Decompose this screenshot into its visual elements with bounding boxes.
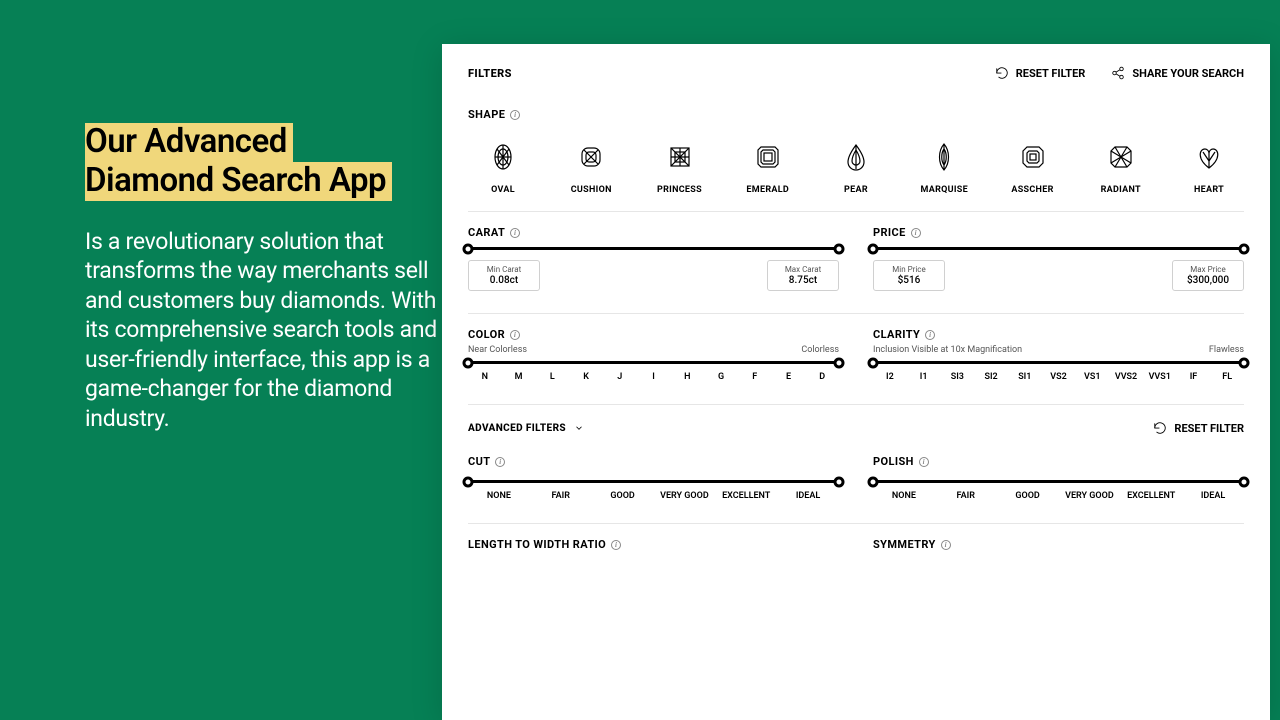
asscher-icon xyxy=(1017,141,1049,173)
share-search-label: SHARE YOUR SEARCH xyxy=(1132,67,1244,80)
pear-icon xyxy=(840,141,872,173)
color-slider-max-handle[interactable] xyxy=(834,357,845,368)
carat-section: CARAT i Min Carat0.08ct Max Carat8.75ct xyxy=(468,226,839,291)
shape-asscher[interactable]: ASSCHER xyxy=(998,141,1068,195)
princess-icon xyxy=(664,141,696,173)
shape-marquise[interactable]: MARQUISE xyxy=(909,141,979,195)
cut-heading: CUT xyxy=(468,455,490,468)
shape-heading: SHAPE i xyxy=(468,108,1244,121)
price-section: PRICE i Min Price$516 Max Price$300,000 xyxy=(873,226,1244,291)
info-icon[interactable]: i xyxy=(495,457,505,467)
polish-slider[interactable] xyxy=(873,480,1244,483)
price-slider[interactable] xyxy=(873,247,1244,250)
clarity-right-hint: Flawless xyxy=(1209,345,1244,355)
carat-slider-max-handle[interactable] xyxy=(834,243,845,254)
lwr-section: LENGTH TO WIDTH RATIO i xyxy=(468,538,839,551)
color-section: COLOR i Near Colorless Colorless NMLKJIHG… xyxy=(468,328,839,382)
reset-filter-button[interactable]: RESET FILTER xyxy=(995,66,1086,80)
shape-oval[interactable]: OVAL xyxy=(468,141,538,195)
reset-filter-label: RESET FILTER xyxy=(1016,67,1086,80)
carat-max-input[interactable]: Max Carat8.75ct xyxy=(767,260,839,291)
clarity-left-hint: Inclusion Visible at 10x Magnification xyxy=(873,345,1022,355)
oval-icon xyxy=(487,141,519,173)
carat-slider-min-handle[interactable] xyxy=(463,243,474,254)
color-slider-min-handle[interactable] xyxy=(463,357,474,368)
share-search-button[interactable]: SHARE YOUR SEARCH xyxy=(1111,66,1244,80)
shape-princess[interactable]: PRINCESS xyxy=(645,141,715,195)
marquise-icon xyxy=(928,141,960,173)
shape-radiant[interactable]: RADIANT xyxy=(1086,141,1156,195)
share-icon xyxy=(1111,66,1125,80)
info-icon[interactable]: i xyxy=(611,540,621,550)
info-icon[interactable]: i xyxy=(919,457,929,467)
cushion-icon xyxy=(575,141,607,173)
cut-slider[interactable] xyxy=(468,480,839,483)
shape-heart[interactable]: HEART xyxy=(1174,141,1244,195)
divider xyxy=(468,211,1244,212)
divider xyxy=(468,313,1244,314)
top-bar: FILTERS RESET FILTER SHARE YOUR SEARCH xyxy=(468,66,1244,80)
info-icon[interactable]: i xyxy=(925,330,935,340)
filter-panel: FILTERS RESET FILTER SHARE YOUR SEARCH S… xyxy=(442,44,1270,720)
hero-block: Our Advanced Diamond Search App Is a rev… xyxy=(85,123,445,433)
info-icon[interactable]: i xyxy=(510,110,520,120)
page-title: Our Advanced Diamond Search App xyxy=(85,123,392,201)
carat-slider[interactable] xyxy=(468,247,839,250)
clarity-slider-max-handle[interactable] xyxy=(1239,357,1250,368)
refresh-icon xyxy=(1153,421,1167,435)
clarity-slider-min-handle[interactable] xyxy=(868,357,879,368)
emerald-icon xyxy=(752,141,784,173)
chevron-down-icon xyxy=(574,423,584,433)
carat-min-input[interactable]: Min Carat0.08ct xyxy=(468,260,540,291)
shape-pear[interactable]: PEAR xyxy=(821,141,891,195)
heart-icon xyxy=(1193,141,1225,173)
lwr-heading: LENGTH TO WIDTH RATIO xyxy=(468,538,606,551)
price-heading: PRICE xyxy=(873,226,906,239)
info-icon[interactable]: i xyxy=(911,228,921,238)
info-icon[interactable]: i xyxy=(941,540,951,550)
price-min-input[interactable]: Min Price$516 xyxy=(873,260,945,291)
reset-advanced-button[interactable]: RESET FILTER xyxy=(1153,421,1244,435)
title-line-2: Diamond Search App xyxy=(85,162,392,201)
clarity-slider[interactable] xyxy=(873,361,1244,364)
advanced-filters-toggle[interactable]: ADVANCED FILTERS xyxy=(468,423,584,434)
polish-heading: POLISH xyxy=(873,455,914,468)
carat-heading: CARAT xyxy=(468,226,505,239)
polish-ticks: NONEFAIRGOODVERY GOODEXCELLENTIDEAL xyxy=(873,491,1244,501)
hero-body: Is a revolutionary solution that transfo… xyxy=(85,227,445,433)
filters-heading: FILTERS xyxy=(468,67,512,80)
price-slider-max-handle[interactable] xyxy=(1239,243,1250,254)
refresh-icon xyxy=(995,66,1009,80)
color-ticks: NMLKJIHGFED xyxy=(468,372,839,382)
clarity-ticks: I2I1SI3SI2SI1VS2VS1VVS2VVS1IFFL xyxy=(873,372,1244,382)
symmetry-section: SYMMETRY i xyxy=(873,538,1244,551)
clarity-heading: CLARITY xyxy=(873,328,920,341)
cut-ticks: NONEFAIRGOODVERY GOODEXCELLENTIDEAL xyxy=(468,491,839,501)
color-slider[interactable] xyxy=(468,361,839,364)
polish-slider-max-handle[interactable] xyxy=(1239,476,1250,487)
info-icon[interactable]: i xyxy=(510,228,520,238)
info-icon[interactable]: i xyxy=(510,330,520,340)
color-heading: COLOR xyxy=(468,328,505,341)
clarity-section: CLARITY i Inclusion Visible at 10x Magnif… xyxy=(873,328,1244,382)
symmetry-heading: SYMMETRY xyxy=(873,538,936,551)
divider xyxy=(468,404,1244,405)
cut-section: CUT i NONEFAIRGOODVERY GOODEXCELLENTIDEAL xyxy=(468,449,839,501)
color-left-hint: Near Colorless xyxy=(468,345,527,355)
price-slider-min-handle[interactable] xyxy=(868,243,879,254)
cut-slider-max-handle[interactable] xyxy=(834,476,845,487)
price-max-input[interactable]: Max Price$300,000 xyxy=(1172,260,1244,291)
polish-slider-min-handle[interactable] xyxy=(868,476,879,487)
color-right-hint: Colorless xyxy=(801,345,839,355)
shape-options-row: OVAL CUSHION PRINCESS EMERALD PEAR MARQU… xyxy=(468,141,1244,195)
shape-cushion[interactable]: CUSHION xyxy=(556,141,626,195)
title-line-1: Our Advanced xyxy=(85,123,293,162)
cut-slider-min-handle[interactable] xyxy=(463,476,474,487)
radiant-icon xyxy=(1105,141,1137,173)
divider xyxy=(468,523,1244,524)
shape-emerald[interactable]: EMERALD xyxy=(733,141,803,195)
polish-section: POLISH i NONEFAIRGOODVERY GOODEXCELLENTID… xyxy=(873,449,1244,501)
